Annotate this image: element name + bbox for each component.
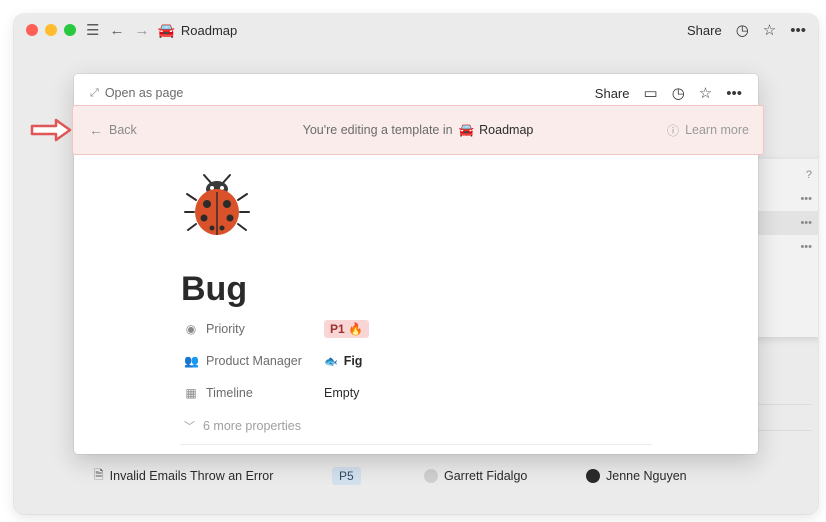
property-row-priority[interactable]: ◉ Priority P1 🔥: [184, 318, 604, 340]
open-as-page-label: Open as page: [104, 86, 184, 100]
row-name: Invalid Emails Throw an Error: [109, 469, 274, 483]
page-title[interactable]: Bug: [181, 270, 247, 309]
back-arrow-icon[interactable]: ←: [109, 23, 124, 38]
property-row-timeline[interactable]: ▦ Timeline Empty: [184, 382, 604, 404]
avatar: [424, 469, 438, 483]
breadcrumb[interactable]: 🚘 Roadmap: [157, 22, 237, 39]
editing-text: You're editing a template in: [302, 123, 453, 137]
property-row-product-manager[interactable]: 👥 Product Manager 🐟 Fig: [184, 350, 604, 372]
annotation-arrow-icon: [30, 118, 72, 142]
minimize-window-button[interactable]: [45, 24, 57, 36]
more-properties-toggle[interactable]: ﹀ 6 more properties: [184, 418, 301, 434]
divider: [180, 444, 652, 445]
fish-icon: 🐟: [324, 355, 338, 368]
page-emoji-icon: 🚘: [458, 122, 475, 137]
property-value[interactable]: 🐟 Fig: [324, 354, 362, 368]
more-properties-label: 6 more properties: [203, 419, 301, 433]
share-button[interactable]: Share: [595, 86, 630, 101]
ladybug-icon[interactable]: [182, 172, 252, 238]
back-button[interactable]: ← Back: [89, 122, 137, 138]
clock-icon[interactable]: ◷: [736, 21, 749, 39]
person-name: Garrett Fidalgo: [444, 469, 528, 483]
more-icon[interactable]: •••: [790, 22, 806, 39]
table-row[interactable]: 🗎 Invalid Emails Throw an Error P5 Garre…: [94, 461, 764, 491]
app-window: ☰ ← → 🚘 Roadmap Share ◷ ☆ ••• 🗎 Invalid …: [14, 14, 818, 514]
template-parent-page: Roadmap: [479, 123, 534, 137]
learn-more-button[interactable]: ⓘ Learn more: [667, 122, 749, 139]
priority-badge: P1 🔥: [324, 320, 369, 338]
template-modal: ⤢ Open as page Share ▭ ◷ ☆ ••• ← Back Yo…: [72, 74, 764, 454]
expand-icon: ⤢: [90, 86, 99, 99]
window-controls: [26, 24, 76, 36]
template-editing-banner: ← Back You're editing a template in 🚘 Ro…: [72, 105, 764, 155]
calendar-icon: ▦: [185, 386, 197, 400]
side-panel: ? ••• ••• •••: [756, 159, 818, 337]
help-circle-icon: ⓘ: [667, 123, 680, 138]
star-icon[interactable]: ☆: [763, 21, 776, 39]
priority-badge: P5: [332, 467, 361, 485]
close-window-button[interactable]: [26, 24, 38, 36]
chevron-down-icon: ﹀: [184, 421, 195, 433]
avatar: [586, 469, 600, 483]
clock-icon[interactable]: ◷: [672, 84, 685, 102]
property-label: Product Manager: [206, 354, 302, 368]
back-label: Back: [109, 123, 137, 137]
row-priority-cell: P5: [332, 467, 424, 485]
page-emoji-icon: 🚘: [157, 21, 175, 38]
property-value[interactable]: Empty: [324, 386, 359, 400]
help-icon[interactable]: ?: [756, 163, 818, 187]
manager-name: Fig: [343, 354, 363, 368]
people-icon: 👥: [184, 354, 199, 368]
row-person-cell: Jenne Nguyen: [586, 469, 687, 483]
hamburger-icon[interactable]: ☰: [86, 23, 99, 38]
property-value[interactable]: P1 🔥: [324, 320, 369, 338]
more-icon[interactable]: •••: [756, 211, 818, 235]
back-arrow-icon: ←: [89, 122, 103, 138]
more-icon[interactable]: •••: [756, 235, 818, 259]
document-icon: 🗎: [94, 467, 104, 482]
forward-arrow-icon[interactable]: →: [134, 23, 149, 38]
row-person-cell: Garrett Fidalgo: [424, 469, 586, 483]
more-icon[interactable]: •••: [756, 187, 818, 211]
property-label: Priority: [206, 322, 245, 336]
more-icon[interactable]: •••: [726, 85, 742, 102]
row-name-cell: 🗎 Invalid Emails Throw an Error: [94, 466, 332, 487]
property-label: Timeline: [206, 386, 253, 400]
share-button[interactable]: Share: [687, 23, 722, 38]
editing-notice: You're editing a template in 🚘 Roadmap: [73, 123, 763, 138]
open-as-page-button[interactable]: ⤢ Open as page: [90, 86, 183, 100]
star-icon[interactable]: ☆: [699, 84, 712, 102]
comment-icon[interactable]: ▭: [644, 84, 658, 102]
status-circle-icon: ◉: [185, 322, 197, 336]
zoom-window-button[interactable]: [64, 24, 76, 36]
title-bar: ☰ ← → 🚘 Roadmap Share ◷ ☆ •••: [14, 14, 818, 46]
person-name: Jenne Nguyen: [606, 469, 687, 483]
learn-more-label: Learn more: [685, 123, 749, 137]
breadcrumb-page-title: Roadmap: [180, 22, 238, 38]
title-bar-actions: Share ◷ ☆ •••: [687, 14, 806, 46]
